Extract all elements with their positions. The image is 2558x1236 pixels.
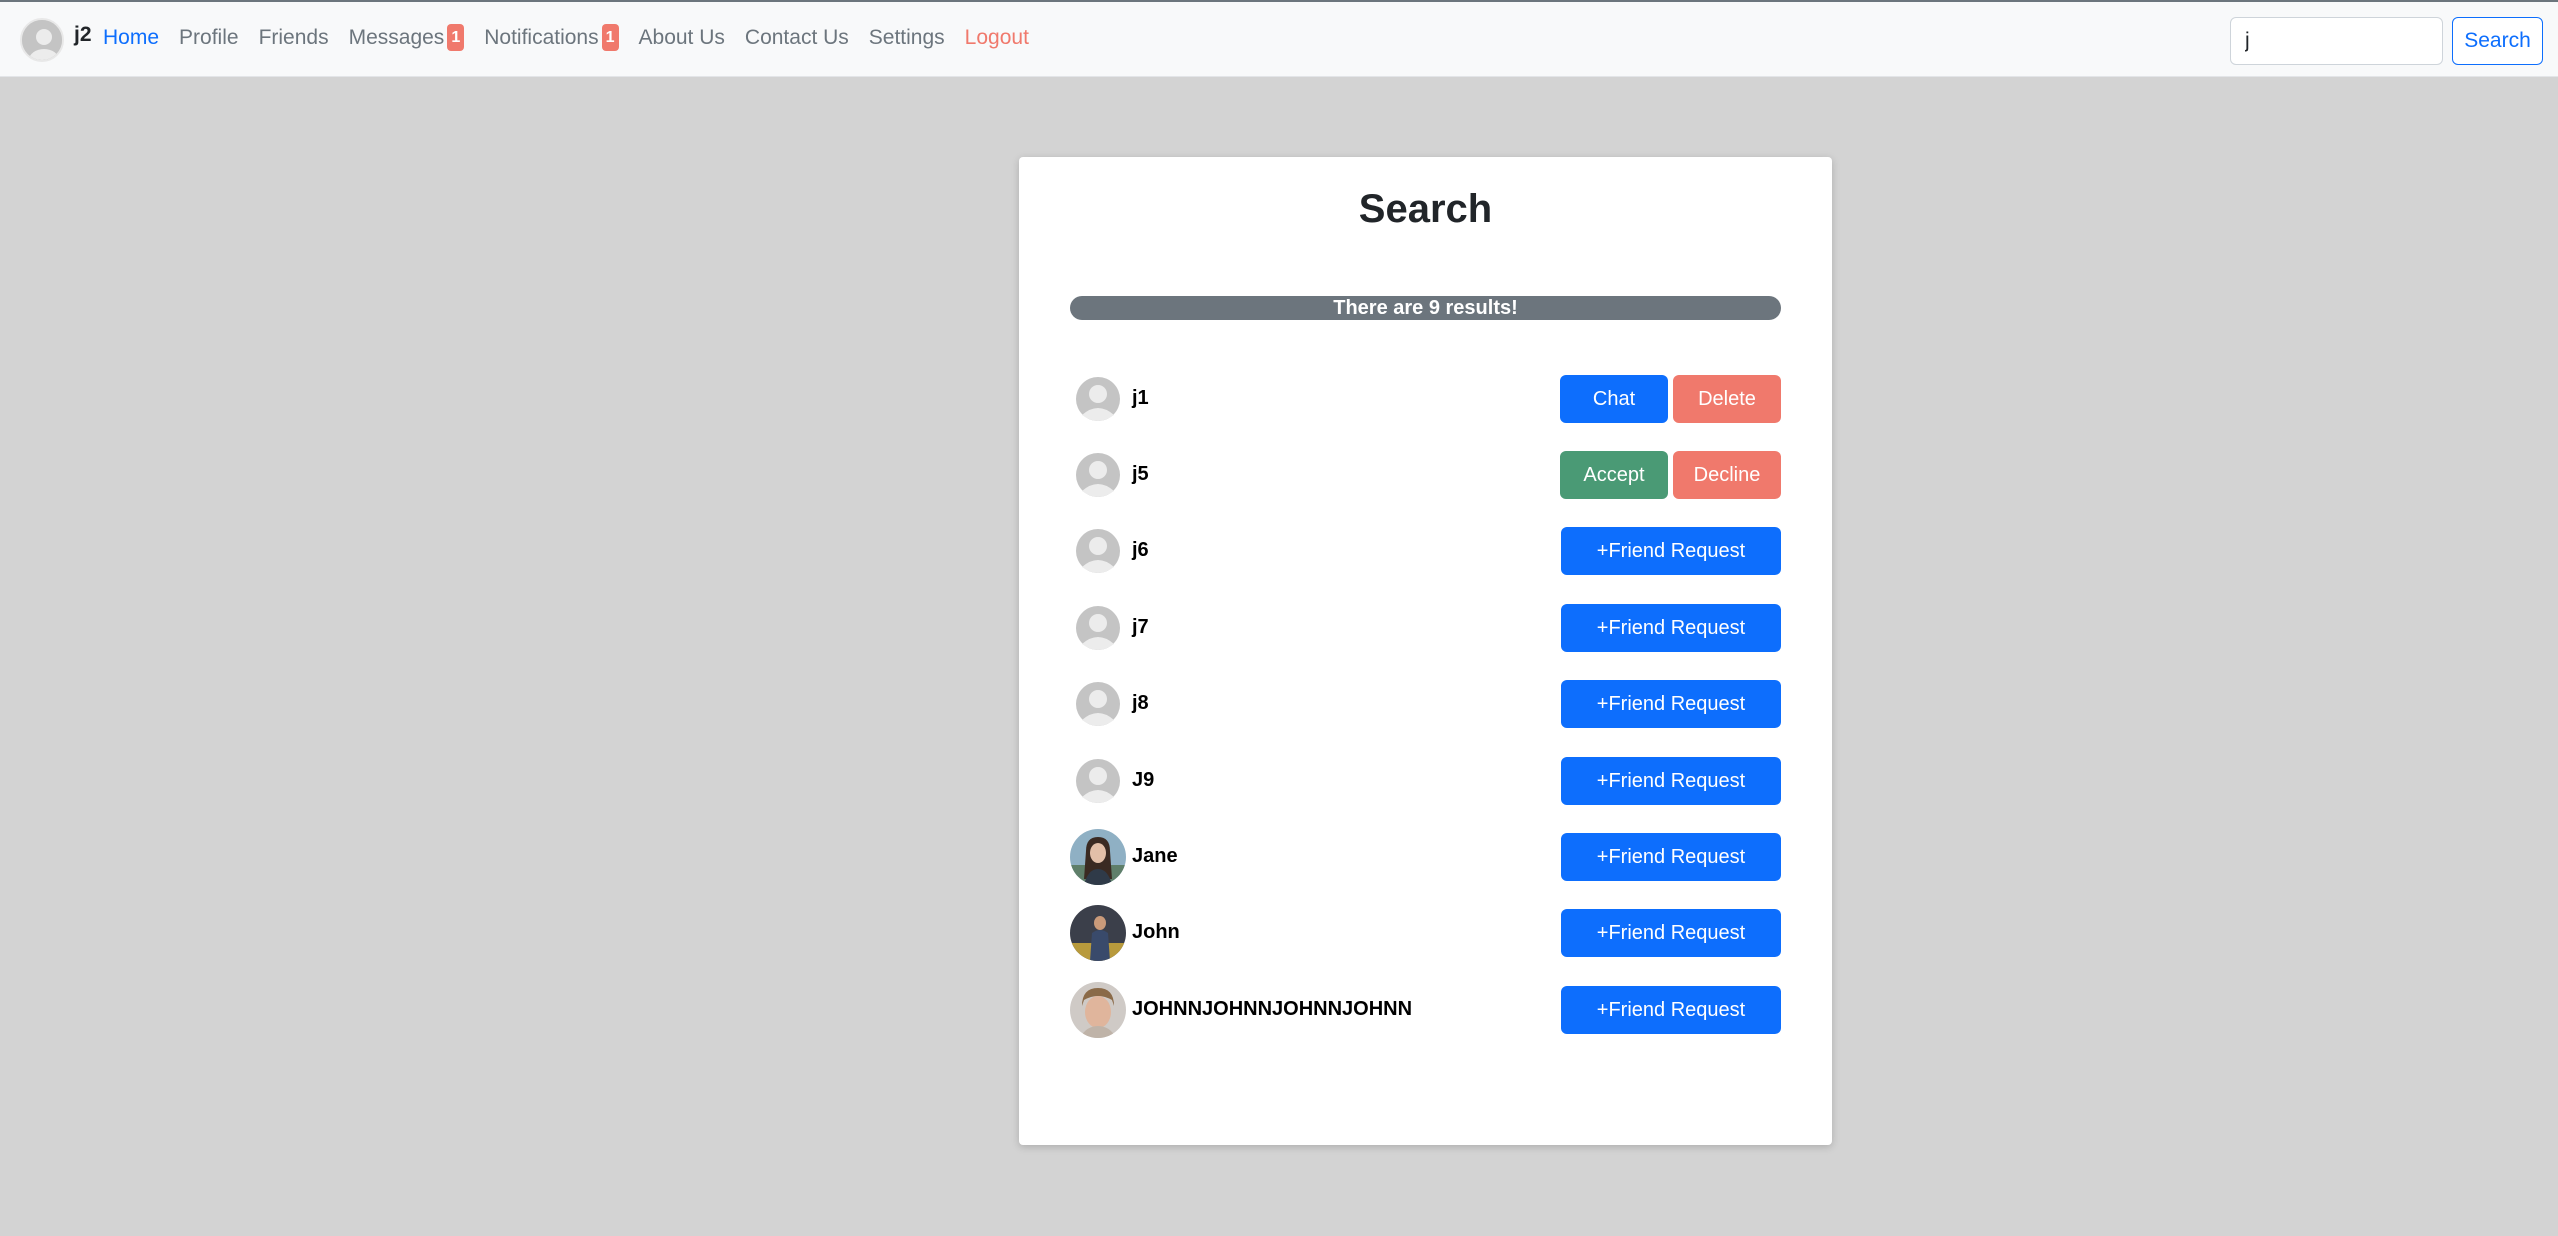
search-input[interactable]	[2230, 17, 2443, 65]
result-username[interactable]: Jane	[1132, 845, 1178, 868]
friend-request-button[interactable]: +Friend Request	[1561, 909, 1781, 957]
decline-request-button[interactable]: Decline	[1673, 451, 1781, 499]
user-avatar-icon[interactable]	[20, 18, 64, 62]
accept-request-button[interactable]: Accept	[1560, 451, 1668, 499]
profile-photo-icon	[1070, 982, 1126, 1038]
result-username[interactable]: j5	[1132, 463, 1149, 486]
nav-logout[interactable]: Logout	[965, 24, 1029, 51]
friend-request-button[interactable]: +Friend Request	[1561, 527, 1781, 575]
default-avatar-icon	[1070, 676, 1126, 732]
nav-links: Home Profile Friends Messages 1 Notificat…	[103, 24, 1049, 51]
friend-request-button[interactable]: +Friend Request	[1561, 833, 1781, 881]
result-username[interactable]: j6	[1132, 539, 1149, 562]
result-username[interactable]: J9	[1132, 769, 1154, 792]
nav-notifications[interactable]: Notifications 1	[484, 24, 619, 51]
result-username[interactable]: j7	[1132, 616, 1149, 639]
default-avatar-icon	[1070, 371, 1126, 427]
profile-photo-icon	[1070, 905, 1126, 961]
result-username[interactable]: John	[1132, 921, 1180, 944]
result-row: John +Friend Request	[1070, 905, 1781, 961]
profile-photo-icon	[1070, 829, 1126, 885]
result-row: J9 +Friend Request	[1070, 753, 1781, 809]
search-results-card: Search There are 9 results! j1 Chat Dele…	[1019, 157, 1832, 1145]
nav-friends[interactable]: Friends	[259, 24, 329, 51]
top-navbar: j2 Home Profile Friends Messages 1 Notifi…	[0, 0, 2558, 77]
friend-request-button[interactable]: +Friend Request	[1561, 604, 1781, 652]
nav-contact-us[interactable]: Contact Us	[745, 24, 849, 51]
friend-request-button[interactable]: +Friend Request	[1561, 757, 1781, 805]
default-avatar-icon	[1070, 447, 1126, 503]
result-row: j7 +Friend Request	[1070, 600, 1781, 656]
nav-profile[interactable]: Profile	[179, 24, 239, 51]
result-row: j5 Accept Decline	[1070, 447, 1781, 503]
default-avatar-icon	[1070, 753, 1126, 809]
result-row: Jane +Friend Request	[1070, 829, 1781, 885]
results-count-banner: There are 9 results!	[1070, 296, 1781, 320]
result-row: j6 +Friend Request	[1070, 523, 1781, 579]
notifications-count-badge: 1	[601, 24, 619, 51]
nav-messages[interactable]: Messages 1	[349, 24, 465, 51]
search-button[interactable]: Search	[2452, 17, 2543, 65]
result-row: j8 +Friend Request	[1070, 676, 1781, 732]
nav-home[interactable]: Home	[103, 24, 159, 51]
page-title: Search	[1358, 187, 1493, 231]
result-username[interactable]: j1	[1132, 387, 1149, 410]
delete-friend-button[interactable]: Delete	[1673, 375, 1781, 423]
friend-request-button[interactable]: +Friend Request	[1561, 680, 1781, 728]
result-username[interactable]: j8	[1132, 692, 1149, 715]
messages-count-badge: 1	[447, 24, 465, 51]
default-avatar-icon	[1070, 600, 1126, 656]
brand-username[interactable]: j2	[74, 23, 92, 47]
friend-request-button[interactable]: +Friend Request	[1561, 986, 1781, 1034]
result-username[interactable]: JOHNNJOHNNJOHNNJOHNN	[1132, 998, 1412, 1021]
default-avatar-icon	[1070, 523, 1126, 579]
chat-button[interactable]: Chat	[1560, 375, 1668, 423]
result-row: j1 Chat Delete	[1070, 371, 1781, 427]
result-row: JOHNNJOHNNJOHNNJOHNN +Friend Request	[1070, 982, 1781, 1038]
nav-about-us[interactable]: About Us	[639, 24, 725, 51]
nav-settings[interactable]: Settings	[869, 24, 945, 51]
